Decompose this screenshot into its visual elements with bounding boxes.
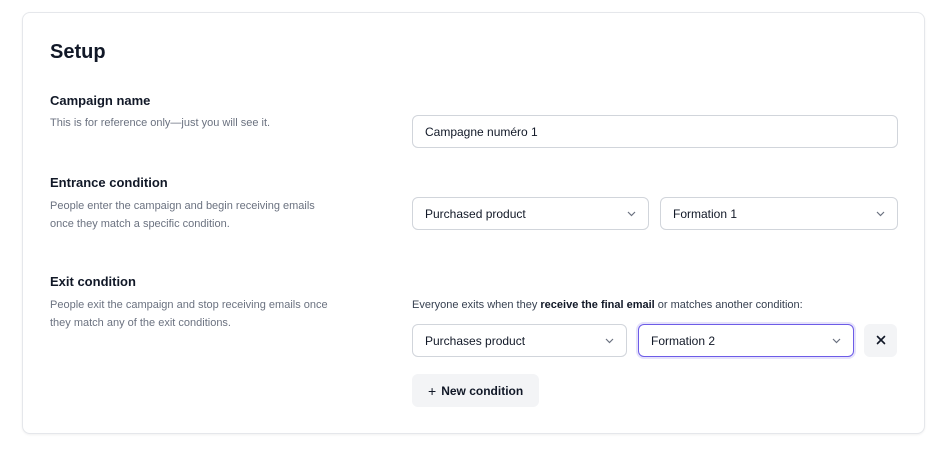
chevron-down-icon — [831, 336, 841, 346]
exit-note-prefix: Everyone exits when they — [412, 299, 541, 311]
new-condition-button[interactable]: + New condition — [412, 374, 540, 407]
exit-trigger-value: Purchases product — [425, 333, 526, 348]
chevron-down-icon — [604, 336, 614, 346]
exit-note-suffix: or matches another condition: — [654, 299, 803, 311]
exit-product-select[interactable]: Formation 2 — [638, 324, 854, 357]
exit-note-bold: receive the final email — [540, 299, 655, 311]
page-title: Setup — [50, 41, 106, 63]
remove-condition-button[interactable] — [864, 324, 897, 357]
entrance-product-value: Formation 1 — [673, 206, 738, 221]
exit-note: Everyone exits when they receive the fin… — [412, 299, 803, 311]
entrance-condition-description: People enter the campaign and begin rece… — [50, 200, 315, 230]
campaign-name-heading: Campaign name — [50, 93, 151, 108]
exit-condition-heading: Exit condition — [50, 274, 136, 289]
chevron-down-icon — [626, 209, 636, 219]
campaign-name-input[interactable] — [425, 124, 885, 139]
chevron-down-icon — [875, 209, 885, 219]
exit-product-value: Formation 2 — [651, 333, 716, 348]
close-icon — [876, 332, 886, 350]
new-condition-label: New condition — [441, 383, 524, 398]
campaign-name-field[interactable] — [412, 115, 898, 148]
campaign-name-description: This is for reference only—just you will… — [50, 117, 271, 129]
entrance-condition-heading: Entrance condition — [50, 175, 168, 190]
entrance-trigger-value: Purchased product — [425, 206, 526, 221]
exit-condition-description: People exit the campaign and stop receiv… — [50, 299, 328, 329]
entrance-product-select[interactable]: Formation 1 — [660, 197, 898, 230]
entrance-trigger-select[interactable]: Purchased product — [412, 197, 649, 230]
plus-icon: + — [428, 382, 437, 399]
exit-trigger-select[interactable]: Purchases product — [412, 324, 627, 357]
setup-card: Setup Campaign name This is for referenc… — [22, 12, 925, 434]
